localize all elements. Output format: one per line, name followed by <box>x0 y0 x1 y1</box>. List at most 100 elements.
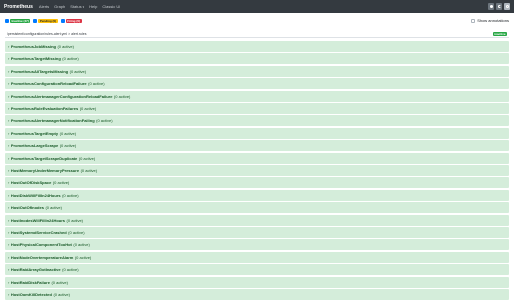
alert-active-count: (0 active) <box>69 68 87 74</box>
alert-active-count: (0 active) <box>73 242 90 248</box>
chevron-right-icon: › <box>8 44 10 49</box>
alert-rule-row[interactable]: › HostDiskWillFillIn24Hours (0 active) <box>5 189 509 201</box>
alert-rule-row[interactable]: › PrometheusJobMissing (0 active) <box>5 41 509 52</box>
alert-active-count: (0 active) <box>88 81 105 87</box>
alert-rule-name: HostOutOfInodes <box>10 205 44 211</box>
alert-rule-row[interactable]: › PrometheusAlertmanagerNotificationFaili… <box>5 115 509 127</box>
alert-active-count: (0 active) <box>79 106 97 111</box>
rule-file-path: /persistent/configuration/rules-alert.ym… <box>7 31 87 36</box>
chevron-right-icon: › <box>8 242 10 248</box>
alert-rule-name: HostRaidDiskFailure <box>10 279 50 285</box>
alert-rule-name: HostOomKillDetected <box>10 292 52 297</box>
chevron-right-icon: › <box>8 217 10 223</box>
alert-rule-name: HostSystemdServiceCrashed <box>10 230 67 235</box>
sun-icon <box>489 5 493 8</box>
alert-rule-row[interactable]: › PrometheusConfigurationReloadFailure (0 … <box>5 78 509 90</box>
adjust-icon <box>505 5 509 8</box>
top-navbar: Prometheus Alerts Graph Status ▾ Help Cla… <box>0 0 514 13</box>
theme-toggle-group <box>488 3 510 10</box>
alert-active-count: (0 active) <box>53 292 70 297</box>
chevron-right-icon: › <box>8 118 10 124</box>
moon-icon <box>497 5 501 8</box>
dark-theme-button[interactable] <box>496 3 502 10</box>
alert-rule-row[interactable]: › PrometheusTargetMissing (0 active) <box>5 53 509 65</box>
alert-rule-name: HostPhysicalComponentTooHot <box>10 242 72 248</box>
alert-rule-row[interactable]: › HostPhysicalComponentTooHot (0 active) <box>5 239 509 251</box>
alert-rule-row[interactable]: › HostNodeOvertemperatureAlarm (0 active) <box>5 251 509 263</box>
chevron-right-icon: › <box>8 106 10 111</box>
alert-rule-name: PrometheusAlertmanagerConfigurationReloa… <box>10 93 113 99</box>
alert-active-count: (0 active) <box>59 143 77 149</box>
filter-firing[interactable]: Firing (0) <box>60 19 82 24</box>
alert-rule-name: PrometheusConfigurationReloadFailure <box>10 81 87 87</box>
chevron-right-icon: › <box>8 143 10 149</box>
alert-rule-name: PrometheusTargetMissing <box>10 56 61 62</box>
chevron-right-icon: › <box>8 292 10 297</box>
alert-rule-row[interactable]: › HostInodesWillFillIn24Hours (0 active) <box>5 214 509 226</box>
checkbox-inactive[interactable] <box>5 19 9 23</box>
alert-rule-name: HostRaidArrayGotInactive <box>10 267 61 273</box>
show-annotations-toggle[interactable]: Show annotations <box>471 18 509 23</box>
caret-down-icon: ▾ <box>82 4 85 9</box>
light-theme-button[interactable] <box>488 3 494 10</box>
alert-rule-name: PrometheusRuleEvaluationFailures <box>10 106 79 111</box>
alert-rule-name: HostDiskWillFillIn24Hours <box>10 192 61 198</box>
alert-rule-row[interactable]: › PrometheusRuleEvaluationFailures (0 acti… <box>5 103 509 114</box>
chevron-right-icon: › <box>8 205 10 211</box>
chevron-right-icon: › <box>8 230 10 235</box>
checkbox-firing[interactable] <box>60 19 65 23</box>
alert-active-count: (0 active) <box>57 44 74 49</box>
chevron-right-icon: › <box>8 155 10 161</box>
nav-link-classic-ui[interactable]: Classic UI <box>102 4 120 9</box>
alert-rule-row[interactable]: › HostOomKillDetected (0 active) <box>5 289 509 300</box>
chevron-right-icon: › <box>8 180 10 186</box>
alert-active-count: (0 active) <box>74 254 92 260</box>
alert-active-count: (0 active) <box>113 93 131 99</box>
chevron-right-icon: › <box>8 254 10 260</box>
nav-link-graph[interactable]: Graph <box>54 4 65 9</box>
alert-rule-row[interactable]: › HostOutOfInodes (0 active) <box>5 202 509 214</box>
alert-active-count: (0 active) <box>96 118 113 124</box>
alert-rule-row[interactable]: › PrometheusAlertmanagerConfigurationRelo… <box>5 90 509 102</box>
nav-dropdown-status[interactable]: Status ▾ <box>70 4 84 9</box>
auto-theme-button[interactable] <box>504 3 510 10</box>
alert-rule-name: PrometheusLargeScrape <box>10 143 59 149</box>
alert-rule-row[interactable]: › HostRaidArrayGotInactive (0 active) <box>5 264 509 276</box>
group-state-badge: inactive <box>492 32 507 36</box>
alert-rule-name: HostNodeOvertemperatureAlarm <box>10 254 74 260</box>
alert-rule-row[interactable]: › PrometheusAllTargetsMissing (0 active) <box>5 65 509 77</box>
brand-logo[interactable]: Prometheus <box>4 4 33 10</box>
alert-rule-row[interactable]: › PrometheusTargetEmpty (0 active) <box>5 127 509 139</box>
alert-active-count: (0 active) <box>62 267 79 273</box>
alert-active-count: (0 active) <box>62 56 79 62</box>
alert-rule-name: PrometheusAlertmanagerNotificationFailin… <box>10 118 95 124</box>
alert-active-count: (0 active) <box>52 180 70 186</box>
alert-rule-row[interactable]: › PrometheusTargetScrapeDuplicate (0 activ… <box>5 152 509 164</box>
chevron-right-icon: › <box>8 68 10 74</box>
alert-active-count: (0 active) <box>45 205 62 211</box>
chevron-right-icon: › <box>8 56 10 62</box>
show-annotations-checkbox[interactable] <box>471 18 476 23</box>
alert-active-count: (0 active) <box>66 217 83 223</box>
filter-inactive[interactable]: Inactive (47) <box>5 19 31 24</box>
filter-pending[interactable]: Pending (0) <box>33 19 58 24</box>
rule-group-header: /persistent/configuration/rules-alert.ym… <box>5 30 509 38</box>
alert-rule-row[interactable]: › HostSystemdServiceCrashed (0 active) <box>5 227 509 238</box>
nav-status-label: Status <box>70 4 82 9</box>
alert-active-count: (0 active) <box>62 192 79 198</box>
alert-rule-name: HostOutOfDiskSpace <box>10 180 52 186</box>
alert-rule-row[interactable]: › HostRaidDiskFailure (0 active) <box>5 276 509 288</box>
chevron-right-icon: › <box>8 192 10 198</box>
chevron-right-icon: › <box>8 267 10 273</box>
chevron-right-icon: › <box>8 81 10 87</box>
alert-rule-name: HostInodesWillFillIn24Hours <box>10 217 66 223</box>
alert-rule-row[interactable]: › HostMemoryUnderMemoryPressure (0 active) <box>5 165 509 176</box>
alert-rule-row[interactable]: › PrometheusLargeScrape (0 active) <box>5 140 509 152</box>
checkbox-pending[interactable] <box>33 19 38 23</box>
badge-pending: Pending (0) <box>38 19 58 23</box>
alert-rule-row[interactable]: › HostOutOfDiskSpace (0 active) <box>5 177 509 189</box>
nav-link-help[interactable]: Help <box>89 4 97 9</box>
alert-active-count: (0 active) <box>80 168 98 173</box>
chevron-right-icon: › <box>8 279 10 285</box>
nav-link-alerts[interactable]: Alerts <box>39 4 49 9</box>
